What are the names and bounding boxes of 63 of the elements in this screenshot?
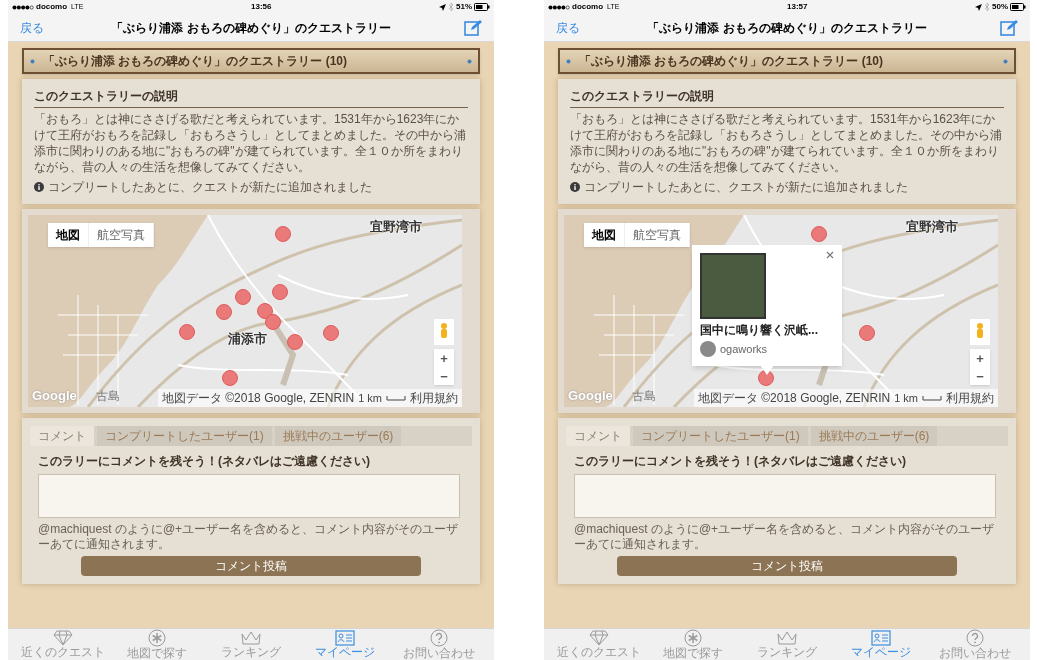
info-note: コンプリートしたあとに、クエストが新たに追加されました bbox=[584, 179, 908, 196]
popup-user: ogaworks bbox=[720, 342, 768, 357]
zoom-in-button[interactable]: + bbox=[970, 349, 990, 367]
description-heading: このクエストラリーの説明 bbox=[34, 87, 468, 108]
place-label: 古島 bbox=[96, 388, 120, 405]
comment-tab[interactable]: 挑戦中のユーザー(6) bbox=[810, 426, 938, 446]
comment-tab[interactable]: 挑戦中のユーザー(6) bbox=[274, 426, 402, 446]
terms-link[interactable]: 利用規約 bbox=[946, 389, 994, 407]
battery-percent: 51% bbox=[456, 1, 472, 13]
battery-percent: 50% bbox=[992, 1, 1008, 13]
post-comment-button[interactable]: コメント投稿 bbox=[617, 556, 957, 576]
banner-title: 「ぶらり浦添 おもろの碑めぐり」のクエストラリー (10) bbox=[579, 53, 884, 70]
description-text: 「おもろ」とは神にささげる歌だと考えられています。1531年から1623年にかけて王府がおもろを記録し「おもろさうし」としてまとめました。その中から浦添市に関わりのある地に"おもろの碑"が建てられています。全１０か所をまわりながら、昔の人々の生活を想像してみてください。 bbox=[34, 111, 467, 175]
post-comment-button[interactable]: コメント投稿 bbox=[81, 556, 421, 576]
zoom-in-button[interactable]: + bbox=[434, 349, 454, 367]
zoom-out-button[interactable]: − bbox=[434, 367, 454, 385]
city-label: 浦添市 bbox=[228, 330, 267, 348]
map-type-button[interactable]: 地図 bbox=[48, 223, 89, 247]
google-logo: Google bbox=[32, 386, 77, 405]
mention-hint: @machiquest のように@+ユーザー名を含めると、コメント内容がそのユーザーあてに通知されます。 bbox=[574, 522, 996, 552]
page-title: 「ぶらり浦添 おもろの碑めぐり」のクエストラリー bbox=[110, 19, 392, 37]
comment-heading: このラリーにコメントを残そう！(ネタバレはご遠慮ください) bbox=[38, 453, 371, 470]
scale-label: 1 km bbox=[358, 390, 382, 406]
description-heading: このクエストラリーの説明 bbox=[570, 87, 1004, 108]
zoom-out-button[interactable]: − bbox=[970, 367, 990, 385]
google-logo: Google bbox=[568, 386, 613, 405]
info-note: コンプリートしたあとに、クエストが新たに追加されました bbox=[48, 179, 372, 196]
carrier-name: docomo bbox=[572, 1, 604, 13]
tab-bar-item[interactable]: 近くのクエスト bbox=[554, 629, 644, 660]
comment-tab[interactable]: コンプリートしたユーザー(1) bbox=[633, 426, 808, 446]
map-type-button[interactable]: 航空写真 bbox=[89, 223, 154, 247]
comment-heading: このラリーにコメントを残そう！(ネタバレはご遠慮ください) bbox=[574, 453, 907, 470]
tab-bar-item[interactable]: ランキング bbox=[206, 629, 296, 660]
comment-tab[interactable]: コメント bbox=[30, 426, 94, 446]
page-title: 「ぶらり浦添 おもろの碑めぐり」のクエストラリー bbox=[646, 19, 928, 37]
tab-bar-item[interactable]: マイページ bbox=[300, 629, 390, 660]
tab-bar-item[interactable]: 近くのクエスト bbox=[18, 629, 108, 660]
description-text: 「おもろ」とは神にささげる歌だと考えられています。1531年から1623年にかけて王府がおもろを記録し「おもろさうし」としてまとめました。その中から浦添市に関わりのある地に"おもろの碑"が建てられています。全１０か所をまわりながら、昔の人々の生活を想像してみてください。 bbox=[570, 111, 1003, 175]
tab-bar-item[interactable]: 地図で探す bbox=[648, 629, 738, 660]
place-label: 古島 bbox=[632, 388, 656, 405]
comment-tab[interactable]: コメント bbox=[566, 426, 630, 446]
mention-hint: @machiquest のように@+ユーザー名を含めると、コメント内容がそのユーザーあてに通知されます。 bbox=[38, 522, 460, 552]
carrier-name: docomo bbox=[36, 1, 68, 13]
tab-bar-item[interactable]: お問い合わせ bbox=[930, 629, 1020, 660]
comment-tab[interactable]: コンプリートしたユーザー(1) bbox=[97, 426, 272, 446]
back-link[interactable]: 戻る bbox=[20, 18, 70, 37]
map-type-button[interactable]: 地図 bbox=[584, 223, 625, 247]
back-link[interactable]: 戻る bbox=[556, 18, 606, 37]
tab-bar-item[interactable]: お問い合わせ bbox=[394, 629, 484, 660]
map-attribution: 地図データ ©2018 Google, ZENRIN bbox=[161, 390, 355, 407]
scale-label: 1 km bbox=[894, 390, 918, 406]
tab-bar-item[interactable]: マイページ bbox=[836, 629, 926, 660]
city-label: 宜野湾市 bbox=[906, 218, 958, 236]
city-label: 宜野湾市 bbox=[370, 218, 422, 236]
popup-title: 国中に鳴り響く沢岻... bbox=[700, 322, 819, 339]
terms-link[interactable]: 利用規約 bbox=[410, 389, 458, 407]
tab-bar-item[interactable]: 地図で探す bbox=[112, 629, 202, 660]
banner-title: 「ぶらり浦添 おもろの碑めぐり」のクエストラリー (10) bbox=[43, 53, 348, 70]
map-type-button[interactable]: 航空写真 bbox=[625, 223, 690, 247]
clock-time: 13:56 bbox=[251, 1, 272, 13]
map-attribution: 地図データ ©2018 Google, ZENRIN bbox=[697, 390, 891, 407]
clock-time: 13:57 bbox=[787, 1, 808, 13]
tab-bar-item[interactable]: ランキング bbox=[742, 629, 832, 660]
